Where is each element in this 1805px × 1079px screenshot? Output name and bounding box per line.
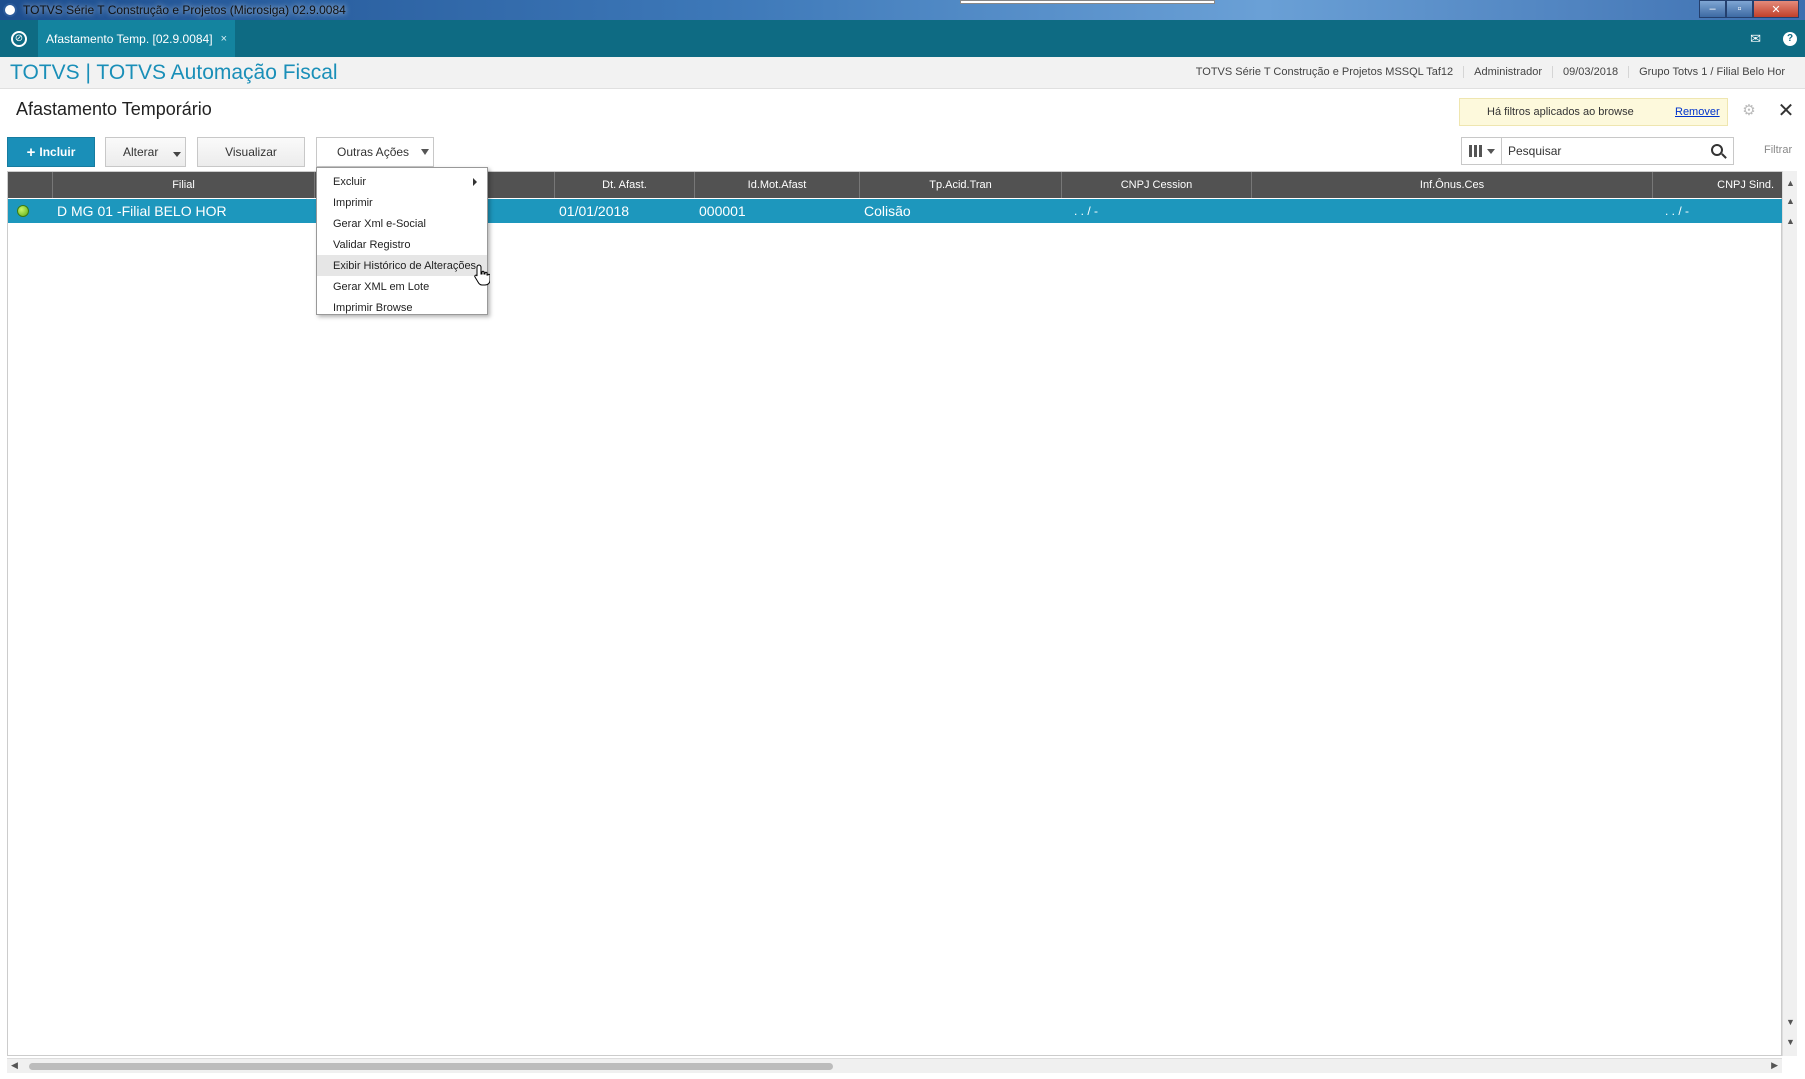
- window-titlebar: TOTVS Série T Construção e Projetos (Mic…: [0, 0, 1805, 20]
- alterar-button[interactable]: Alterar: [105, 137, 186, 167]
- chevron-down-icon[interactable]: [421, 149, 429, 155]
- filtrar-link[interactable]: Filtrar: [1764, 144, 1792, 156]
- menu-item-validar-registro[interactable]: Validar Registro: [317, 234, 487, 255]
- scroll-left-icon[interactable]: ◀: [11, 1060, 18, 1071]
- column-header-id-mot-afast[interactable]: Id.Mot.Afast: [695, 172, 860, 198]
- tab-bar: ⊘ Afastamento Temp. [02.9.0084] × ✉ ?: [0, 20, 1805, 57]
- cell-id-mot-afast[interactable]: 000001: [695, 199, 860, 223]
- menu-item-label: Imprimir: [333, 196, 373, 209]
- cell-inf-onus-ces[interactable]: [1252, 199, 1653, 223]
- menu-item-imprimir[interactable]: Imprimir: [317, 192, 487, 213]
- column-header-dt-afast[interactable]: Dt. Afast.: [555, 172, 695, 198]
- cell-cnpj-sind[interactable]: . . / -: [1653, 199, 1783, 223]
- menu-item-excluir[interactable]: Excluir: [317, 171, 487, 192]
- search-input[interactable]: [1502, 144, 1702, 158]
- column-header-filial[interactable]: Filial: [53, 172, 315, 198]
- column-header-cnpj-sind[interactable]: CNPJ Sind.: [1653, 172, 1783, 198]
- scroll-top-icon[interactable]: ▲: [1785, 177, 1796, 189]
- cell-cnpj-cession[interactable]: . . / -: [1062, 199, 1252, 223]
- search-icon[interactable]: [1711, 144, 1723, 156]
- tab-close-icon[interactable]: ×: [221, 33, 227, 45]
- remove-filter-link[interactable]: Remover: [1675, 106, 1720, 118]
- help-icon[interactable]: ?: [1783, 31, 1797, 46]
- mail-icon[interactable]: ✉: [1750, 31, 1761, 47]
- tab-label: Afastamento Temp. [02.9.0084]: [46, 31, 213, 46]
- menu-item-label: Excluir: [333, 175, 367, 188]
- home-button[interactable]: ⊘: [0, 20, 38, 57]
- minimize-button[interactable]: –: [1699, 0, 1726, 18]
- menu-item-label: Gerar XML em Lote: [333, 280, 430, 293]
- plus-icon: +: [26, 143, 36, 161]
- totvs-logo-icon: ⊘: [11, 30, 27, 47]
- app-header: TOTVS | TOTVS Automação Fiscal TOTVS Sér…: [0, 57, 1805, 89]
- cell-tp-acid-tran[interactable]: Colisão: [860, 199, 1062, 223]
- tabbar-actions: ✉ ?: [1750, 20, 1797, 57]
- visualizar-button[interactable]: Visualizar: [197, 137, 305, 167]
- window-close-button[interactable]: ✕: [1753, 0, 1799, 18]
- visualizar-label: Visualizar: [225, 145, 277, 159]
- column-header-tp-acid-tran[interactable]: Tp.Acid.Tran: [860, 172, 1062, 198]
- outras-acoes-menu: Excluir Imprimir Gerar Xml e-Social Vali…: [316, 167, 488, 315]
- outras-acoes-button[interactable]: Outras Ações: [316, 137, 434, 167]
- horizontal-scrollbar[interactable]: ◀ ▶: [7, 1058, 1782, 1073]
- date-label: 09/03/2018: [1552, 66, 1628, 78]
- session-info: TOTVS Série T Construção e Projetos MSSQ…: [1186, 66, 1795, 78]
- chevron-right-icon: [473, 178, 477, 186]
- alterar-label: Alterar: [123, 145, 159, 159]
- titlebar-field: [960, 0, 1215, 4]
- chevron-down-icon: [1486, 148, 1495, 154]
- menu-item-label: Exibir Histórico de Alterações: [333, 259, 477, 272]
- column-header-inf-onus-ces[interactable]: Inf.Ônus.Ces: [1252, 172, 1653, 198]
- incluir-label: Incluir: [39, 145, 76, 159]
- hand-cursor-icon: [474, 264, 490, 286]
- cell-dt-afast[interactable]: 01/01/2018: [555, 199, 695, 223]
- close-page-button[interactable]: ✕: [1775, 100, 1797, 122]
- scroll-down-icon[interactable]: ▼: [1785, 1016, 1796, 1028]
- column-header-cnpj-cession[interactable]: CNPJ Cession: [1062, 172, 1252, 198]
- user-label: Administrador: [1463, 66, 1552, 78]
- scroll-right-icon[interactable]: ▶: [1771, 1060, 1778, 1071]
- column-selector-button[interactable]: [1462, 138, 1502, 164]
- menu-item-gerar-xml-lote[interactable]: Gerar XML em Lote: [317, 276, 487, 297]
- incluir-button[interactable]: + Incluir: [7, 137, 95, 167]
- menu-item-exibir-historico[interactable]: Exibir Histórico de Alterações: [317, 255, 487, 276]
- brand-title: TOTVS | TOTVS Automação Fiscal: [10, 61, 338, 84]
- menu-item-imprimir-browse[interactable]: Imprimir Browse: [317, 297, 487, 318]
- scroll-page-down-icon[interactable]: ▼: [1785, 1036, 1796, 1048]
- column-header-status[interactable]: [8, 172, 53, 198]
- browse-grid: Filial Id.Func. Dt. Afast. Id.Mot.Afast …: [7, 171, 1783, 1056]
- app-icon: [3, 3, 17, 17]
- window-controls: – ▫ ✕: [1699, 0, 1799, 18]
- filter-notice: Há filtros aplicados ao browse Remover: [1459, 98, 1728, 126]
- filter-notice-text: Há filtros aplicados ao browse: [1487, 106, 1634, 118]
- maximize-button[interactable]: ▫: [1726, 0, 1753, 18]
- cell-filial[interactable]: D MG 01 -Filial BELO HOR: [53, 199, 315, 223]
- tab-afastamento[interactable]: Afastamento Temp. [02.9.0084] ×: [38, 20, 235, 57]
- table-row[interactable]: D MG 01 -Filial BELO HOR 01/01/2018 0000…: [8, 199, 1783, 223]
- environment-label: TOTVS Série T Construção e Projetos MSSQ…: [1195, 66, 1454, 78]
- scroll-page-up-icon[interactable]: ▲: [1785, 195, 1796, 207]
- menu-item-label: Imprimir Browse: [333, 301, 413, 314]
- page-title: Afastamento Temporário: [16, 99, 212, 119]
- branch-label: Grupo Totvs 1 / Filial Belo Hor: [1628, 66, 1795, 78]
- menu-item-label: Gerar Xml e-Social: [333, 217, 426, 230]
- columns-icon: [1468, 145, 1482, 157]
- search-box: [1461, 137, 1734, 165]
- grid-header: Filial Id.Func. Dt. Afast. Id.Mot.Afast …: [8, 172, 1783, 198]
- menu-item-label: Validar Registro: [333, 238, 411, 251]
- chevron-down-icon[interactable]: [173, 152, 181, 157]
- menu-item-gerar-xml-esocial[interactable]: Gerar Xml e-Social: [317, 213, 487, 234]
- window-title: TOTVS Série T Construção e Projetos (Mic…: [23, 3, 346, 17]
- vertical-scrollbar[interactable]: ▲ ▲ ▲ ▼ ▼: [1782, 171, 1797, 1056]
- horizontal-scroll-thumb[interactable]: [29, 1063, 833, 1070]
- gear-icon[interactable]: ⚙: [1741, 103, 1757, 119]
- status-ok-icon: [17, 205, 29, 217]
- outras-acoes-label: Outras Ações: [337, 145, 410, 159]
- status-cell: [8, 199, 53, 223]
- scroll-up-icon[interactable]: ▲: [1785, 215, 1796, 227]
